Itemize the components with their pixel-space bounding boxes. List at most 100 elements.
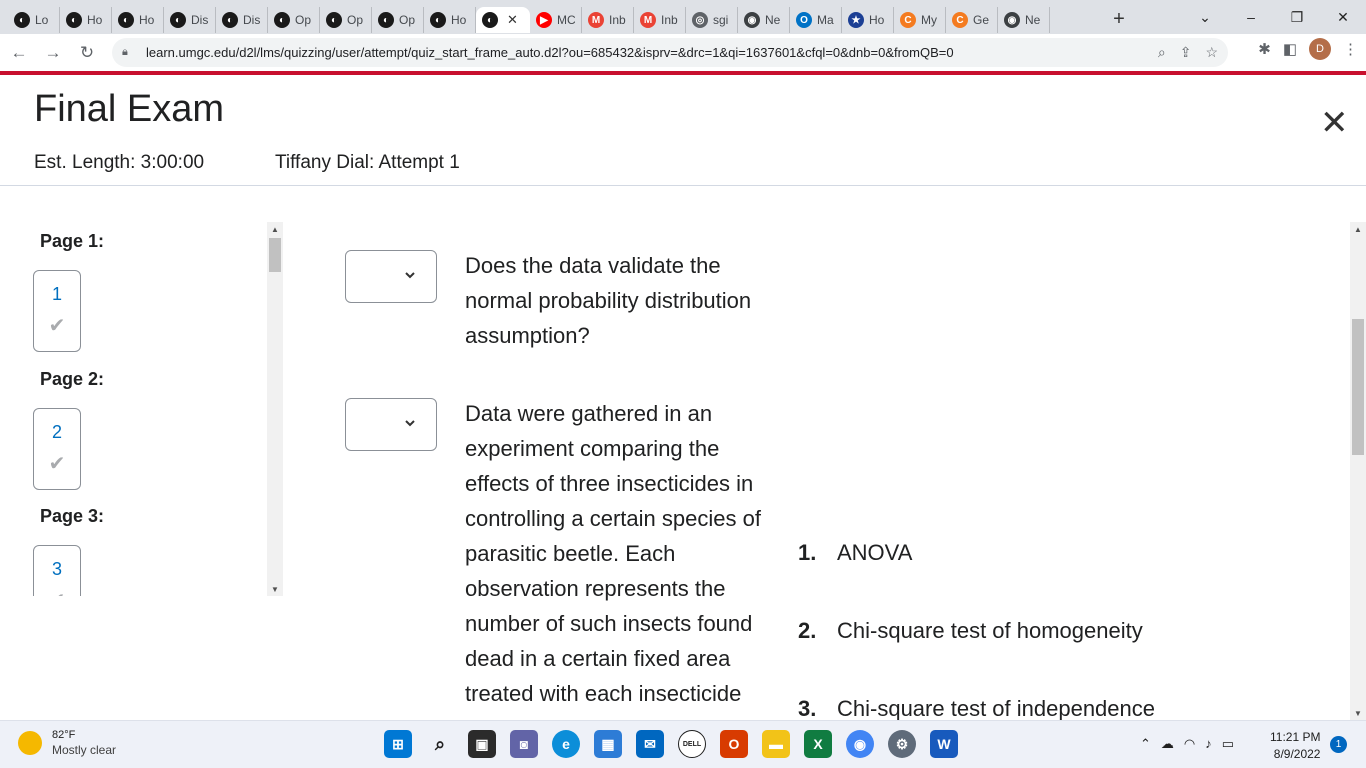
main-scrollbar[interactable]: ▲ ▼ — [1350, 222, 1366, 720]
browser-tab[interactable]: ◐ Ho — [112, 7, 164, 33]
scroll-down-icon[interactable]: ▼ — [267, 582, 283, 596]
chevron-up-icon[interactable]: ⌃ — [1140, 736, 1151, 752]
tab-favicon-icon: ◐ — [430, 12, 446, 28]
tab-favicon-icon: ◐ — [326, 12, 342, 28]
browser-tab[interactable]: M Inb — [582, 7, 634, 33]
bookmark-star-icon[interactable]: ☆ — [1205, 44, 1218, 61]
browser-tab[interactable]: C My — [894, 7, 946, 33]
wifi-icon[interactable]: ◠ — [1184, 736, 1195, 752]
volume-icon[interactable]: ♪ — [1205, 736, 1212, 752]
browser-tab[interactable]: M Inb — [634, 7, 686, 33]
file-explorer-icon[interactable]: ▬ — [762, 730, 790, 758]
tab-favicon-icon: M — [640, 12, 656, 28]
header-divider — [0, 185, 1366, 186]
settings-gear-icon[interactable]: ⚙ — [888, 730, 916, 758]
store-icon[interactable]: ▦ — [594, 730, 622, 758]
edge-icon[interactable]: e — [552, 730, 580, 758]
lock-icon: 🔒︎ — [122, 45, 128, 58]
minimize-icon[interactable]: – — [1228, 0, 1274, 34]
restore-icon[interactable]: ❐ — [1274, 0, 1320, 34]
new-tab-button[interactable]: + — [1104, 6, 1134, 32]
reload-icon[interactable]: ↻ — [72, 38, 102, 68]
chevron-down-icon — [405, 272, 415, 279]
browser-tab[interactable]: ★ Ho — [842, 7, 894, 33]
search-icon[interactable]: ⌕ — [426, 730, 454, 758]
browser-tab[interactable]: ▶ MC — [530, 7, 582, 33]
scroll-down-icon[interactable]: ▼ — [1350, 706, 1366, 720]
question-number: 2 — [51, 422, 62, 442]
question-nav-1[interactable]: 1 ✔ — [33, 270, 81, 352]
tab-close-icon[interactable]: ✕ — [507, 12, 518, 28]
scroll-thumb[interactable] — [1352, 319, 1364, 455]
side-panel-icon[interactable]: ◧ — [1283, 40, 1297, 58]
tab-favicon-icon: ◉ — [744, 12, 760, 28]
tab-favicon-icon: ◉ — [1004, 12, 1020, 28]
back-icon[interactable]: ← — [4, 38, 34, 68]
answered-check-icon: ✔ — [48, 453, 66, 475]
browser-menu-icon[interactable]: ⋮ — [1343, 40, 1358, 58]
browser-tab[interactable]: ◐ Op — [372, 7, 424, 33]
browser-tab[interactable]: ◐ Op — [320, 7, 372, 33]
scroll-up-icon[interactable]: ▲ — [1350, 222, 1366, 236]
tab-title: Op — [399, 13, 416, 27]
scroll-up-icon[interactable]: ▲ — [267, 222, 283, 236]
extensions-icon[interactable]: ✱ — [1258, 40, 1271, 58]
window-close-icon[interactable]: ✕ — [1320, 0, 1366, 34]
question-nav-3[interactable]: 3 ✔ — [33, 545, 81, 596]
address-bar[interactable]: 🔒︎ learn.umgc.edu/d2l/lms/quizzing/user/… — [112, 38, 1228, 67]
attempt-label: Tiffany Dial: Attempt 1 — [275, 152, 460, 173]
forward-icon[interactable]: → — [38, 38, 68, 68]
question-nav-2[interactable]: 2 ✔ — [33, 408, 81, 490]
browser-tab[interactable]: C Ge — [946, 7, 998, 33]
office-icon[interactable]: O — [720, 730, 748, 758]
dell-icon[interactable]: DELL — [678, 730, 706, 758]
scroll-thumb[interactable] — [269, 238, 281, 272]
answer-select-q2[interactable] — [345, 398, 437, 451]
system-clock[interactable]: 11:21 PM 8/9/2022 — [1270, 729, 1320, 763]
tab-title: Dis — [191, 13, 209, 27]
teams-chat-icon[interactable]: ◙ — [510, 730, 538, 758]
browser-tab[interactable]: ◐ Lo — [8, 7, 60, 33]
mail-icon[interactable]: ✉ — [636, 730, 664, 758]
tab-favicon-icon: C — [900, 12, 916, 28]
onedrive-icon[interactable]: ☁ — [1161, 736, 1174, 752]
tab-title: Ge — [973, 13, 990, 27]
browser-tab[interactable]: ◉ Ne — [738, 7, 790, 33]
answer-select-q1[interactable] — [345, 250, 437, 303]
browser-tab[interactable]: ◐ Dis — [164, 7, 216, 33]
browser-tab[interactable]: ◐ ✕ — [476, 7, 530, 33]
task-view-icon[interactable]: ▣ — [468, 730, 496, 758]
tab-favicon-icon: ◐ — [378, 12, 394, 28]
question-text-2: Data were gathered in an experiment comp… — [465, 401, 761, 706]
browser-tab[interactable]: ◐ Dis — [216, 7, 268, 33]
question-page-nav: Page 1: 1 ✔ Page 2: 2 ✔ Page 3: 3 ✔ — [0, 222, 284, 596]
browser-tab[interactable]: ◎ sgi — [686, 7, 738, 33]
excel-icon[interactable]: X — [804, 730, 832, 758]
chrome-icon[interactable]: ◉ — [846, 730, 874, 758]
browser-tab[interactable]: ◉ Ne — [998, 7, 1050, 33]
share-icon[interactable]: ⇪ — [1180, 44, 1192, 61]
browser-tab[interactable]: ◐ Ho — [424, 7, 476, 33]
page-label: Page 1: — [40, 231, 105, 251]
tab-search-icon[interactable]: ⌄ — [1182, 0, 1228, 34]
tab-favicon-icon: ▶ — [536, 12, 552, 28]
estimated-length: Est. Length: 3:00:00 — [34, 152, 205, 173]
tab-favicon-icon: ◐ — [482, 12, 498, 28]
battery-icon[interactable]: ▭ — [1222, 736, 1234, 752]
answered-check-icon: ✔ — [48, 315, 66, 337]
start-icon[interactable]: ⊞ — [384, 730, 412, 758]
tab-title: Inb — [609, 13, 626, 27]
tab-title: Dis — [243, 13, 261, 27]
browser-tab[interactable]: O Ma — [790, 7, 842, 33]
nav-scrollbar[interactable]: ▲ ▼ — [267, 222, 283, 596]
profile-avatar[interactable]: D — [1309, 38, 1331, 60]
weather-widget[interactable]: 82°F Mostly clear — [18, 729, 116, 757]
word-icon[interactable]: W — [930, 730, 958, 758]
close-quiz-icon[interactable]: ✕ — [1320, 106, 1349, 140]
notification-badge[interactable]: 1 — [1330, 736, 1347, 753]
tab-title: Lo — [35, 13, 49, 27]
browser-tab[interactable]: ◐ Ho — [60, 7, 112, 33]
browser-tab[interactable]: ◐ Op — [268, 7, 320, 33]
windows-taskbar: 82°F Mostly clear ⊞ ⌕ ▣ ◙ e ▦ ✉ DELL O ▬… — [0, 720, 1366, 768]
zoom-icon[interactable]: ⌕ — [1158, 44, 1166, 61]
